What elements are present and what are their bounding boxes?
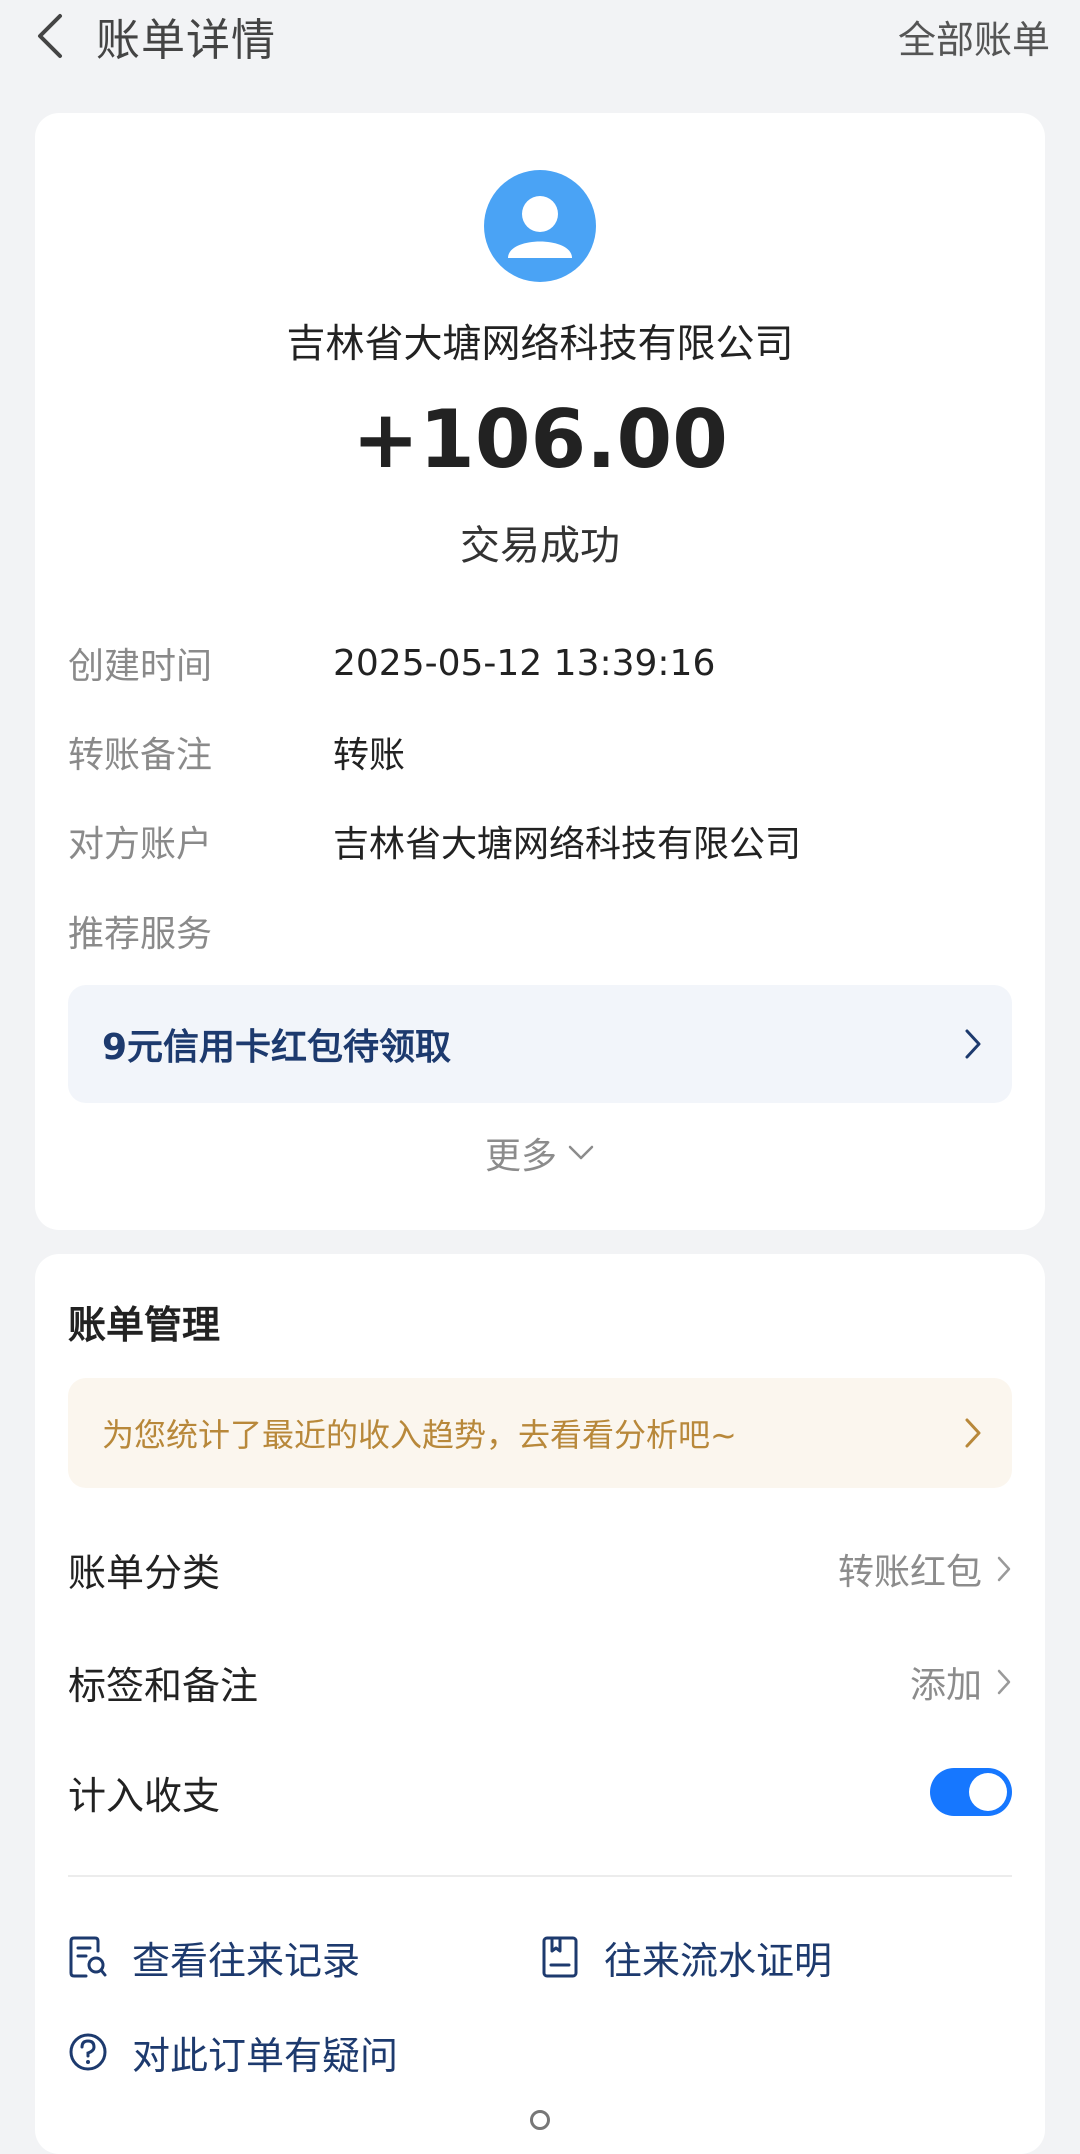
view-history-button[interactable]: 查看往来记录 xyxy=(68,1922,360,1992)
detail-label: 对方账户 xyxy=(68,824,213,865)
credit-card-promo[interactable]: 9元信用卡红包待领取 xyxy=(68,985,1012,1103)
chevron-left-icon xyxy=(38,14,62,58)
detail-value: 转账 xyxy=(333,735,406,776)
order-question-button[interactable]: 对此订单有疑问 xyxy=(68,2017,398,2087)
tags-notes-row[interactable]: 标签和备注 添加 xyxy=(68,1642,1012,1722)
bill-category-row[interactable]: 账单分类 转账红包 xyxy=(68,1529,1012,1609)
toggle-knob xyxy=(969,1773,1007,1811)
user-icon xyxy=(508,196,572,258)
page-title: 账单详情 xyxy=(96,15,276,66)
divider xyxy=(68,1875,1012,1877)
row-label: 账单分类 xyxy=(68,1550,221,1595)
detail-value: 2025-05-12 13:39:16 xyxy=(333,642,716,684)
statement-proof-button[interactable]: 往来流水证明 xyxy=(540,1922,832,1992)
back-button[interactable] xyxy=(24,6,76,66)
detail-value: 吉林省大塘网络科技有限公司 xyxy=(333,824,802,865)
more-label: 更多 xyxy=(484,1136,557,1177)
promo-text: 9元信用卡红包待领取 xyxy=(102,1027,452,1068)
tip-text: 为您统计了最近的收入趋势，去看看分析吧~ xyxy=(102,1416,737,1454)
detail-row-recommended: 推荐服务 xyxy=(68,901,1008,961)
more-button[interactable]: 更多 xyxy=(35,1123,1045,1183)
detail-row-created-time: 创建时间 2025-05-12 13:39:16 xyxy=(68,633,1008,693)
detail-row-counterparty: 对方账户 吉林省大塘网络科技有限公司 xyxy=(68,811,1008,871)
action-label: 查看往来记录 xyxy=(132,1938,361,1983)
include-in-budget-row: 计入收支 xyxy=(68,1752,1012,1832)
section-title: 账单管理 xyxy=(68,1303,221,1347)
bill-management-card: 账单管理 为您统计了最近的收入趋势，去看看分析吧~ 账单分类 转账红包 标签和备… xyxy=(35,1254,1045,2154)
row-value: 转账红包 xyxy=(838,1543,1012,1595)
row-value: 添加 xyxy=(910,1656,1012,1708)
transaction-status: 交易成功 xyxy=(460,523,620,569)
detail-row-remark: 转账备注 转账 xyxy=(68,722,1008,782)
transaction-amount: +106.00 xyxy=(352,393,728,486)
all-bills-link[interactable]: 全部账单 xyxy=(898,6,1050,66)
include-in-budget-toggle[interactable] xyxy=(930,1768,1012,1816)
chevron-right-icon xyxy=(965,1029,981,1059)
payee-name: 吉林省大塘网络科技有限公司 xyxy=(286,322,794,367)
chevron-down-icon xyxy=(568,1145,594,1160)
detail-label: 转账备注 xyxy=(68,735,213,776)
question-icon xyxy=(69,2033,107,2071)
avatar xyxy=(484,170,596,282)
chevron-right-icon xyxy=(997,1556,1011,1582)
record-search-icon xyxy=(69,1936,107,1978)
transaction-card: 吉林省大塘网络科技有限公司 +106.00 交易成功 创建时间 2025-05-… xyxy=(35,113,1045,1230)
action-label: 对此订单有疑问 xyxy=(132,2033,399,2078)
detail-label: 创建时间 xyxy=(68,646,213,687)
top-bar: 账单详情 全部账单 xyxy=(0,0,1080,80)
tags-notes-value: 添加 xyxy=(909,1665,982,1706)
detail-label: 推荐服务 xyxy=(68,914,213,955)
row-label: 标签和备注 xyxy=(68,1663,259,1708)
bill-category-value: 转账红包 xyxy=(837,1552,982,1593)
row-label: 计入收支 xyxy=(68,1773,221,1818)
chevron-right-icon xyxy=(997,1669,1011,1695)
chevron-right-icon xyxy=(965,1418,981,1448)
income-trend-tip[interactable]: 为您统计了最近的收入趋势，去看看分析吧~ xyxy=(68,1378,1012,1488)
home-indicator xyxy=(530,2110,550,2130)
action-label: 往来流水证明 xyxy=(604,1938,833,1983)
statement-icon xyxy=(542,1936,578,1978)
